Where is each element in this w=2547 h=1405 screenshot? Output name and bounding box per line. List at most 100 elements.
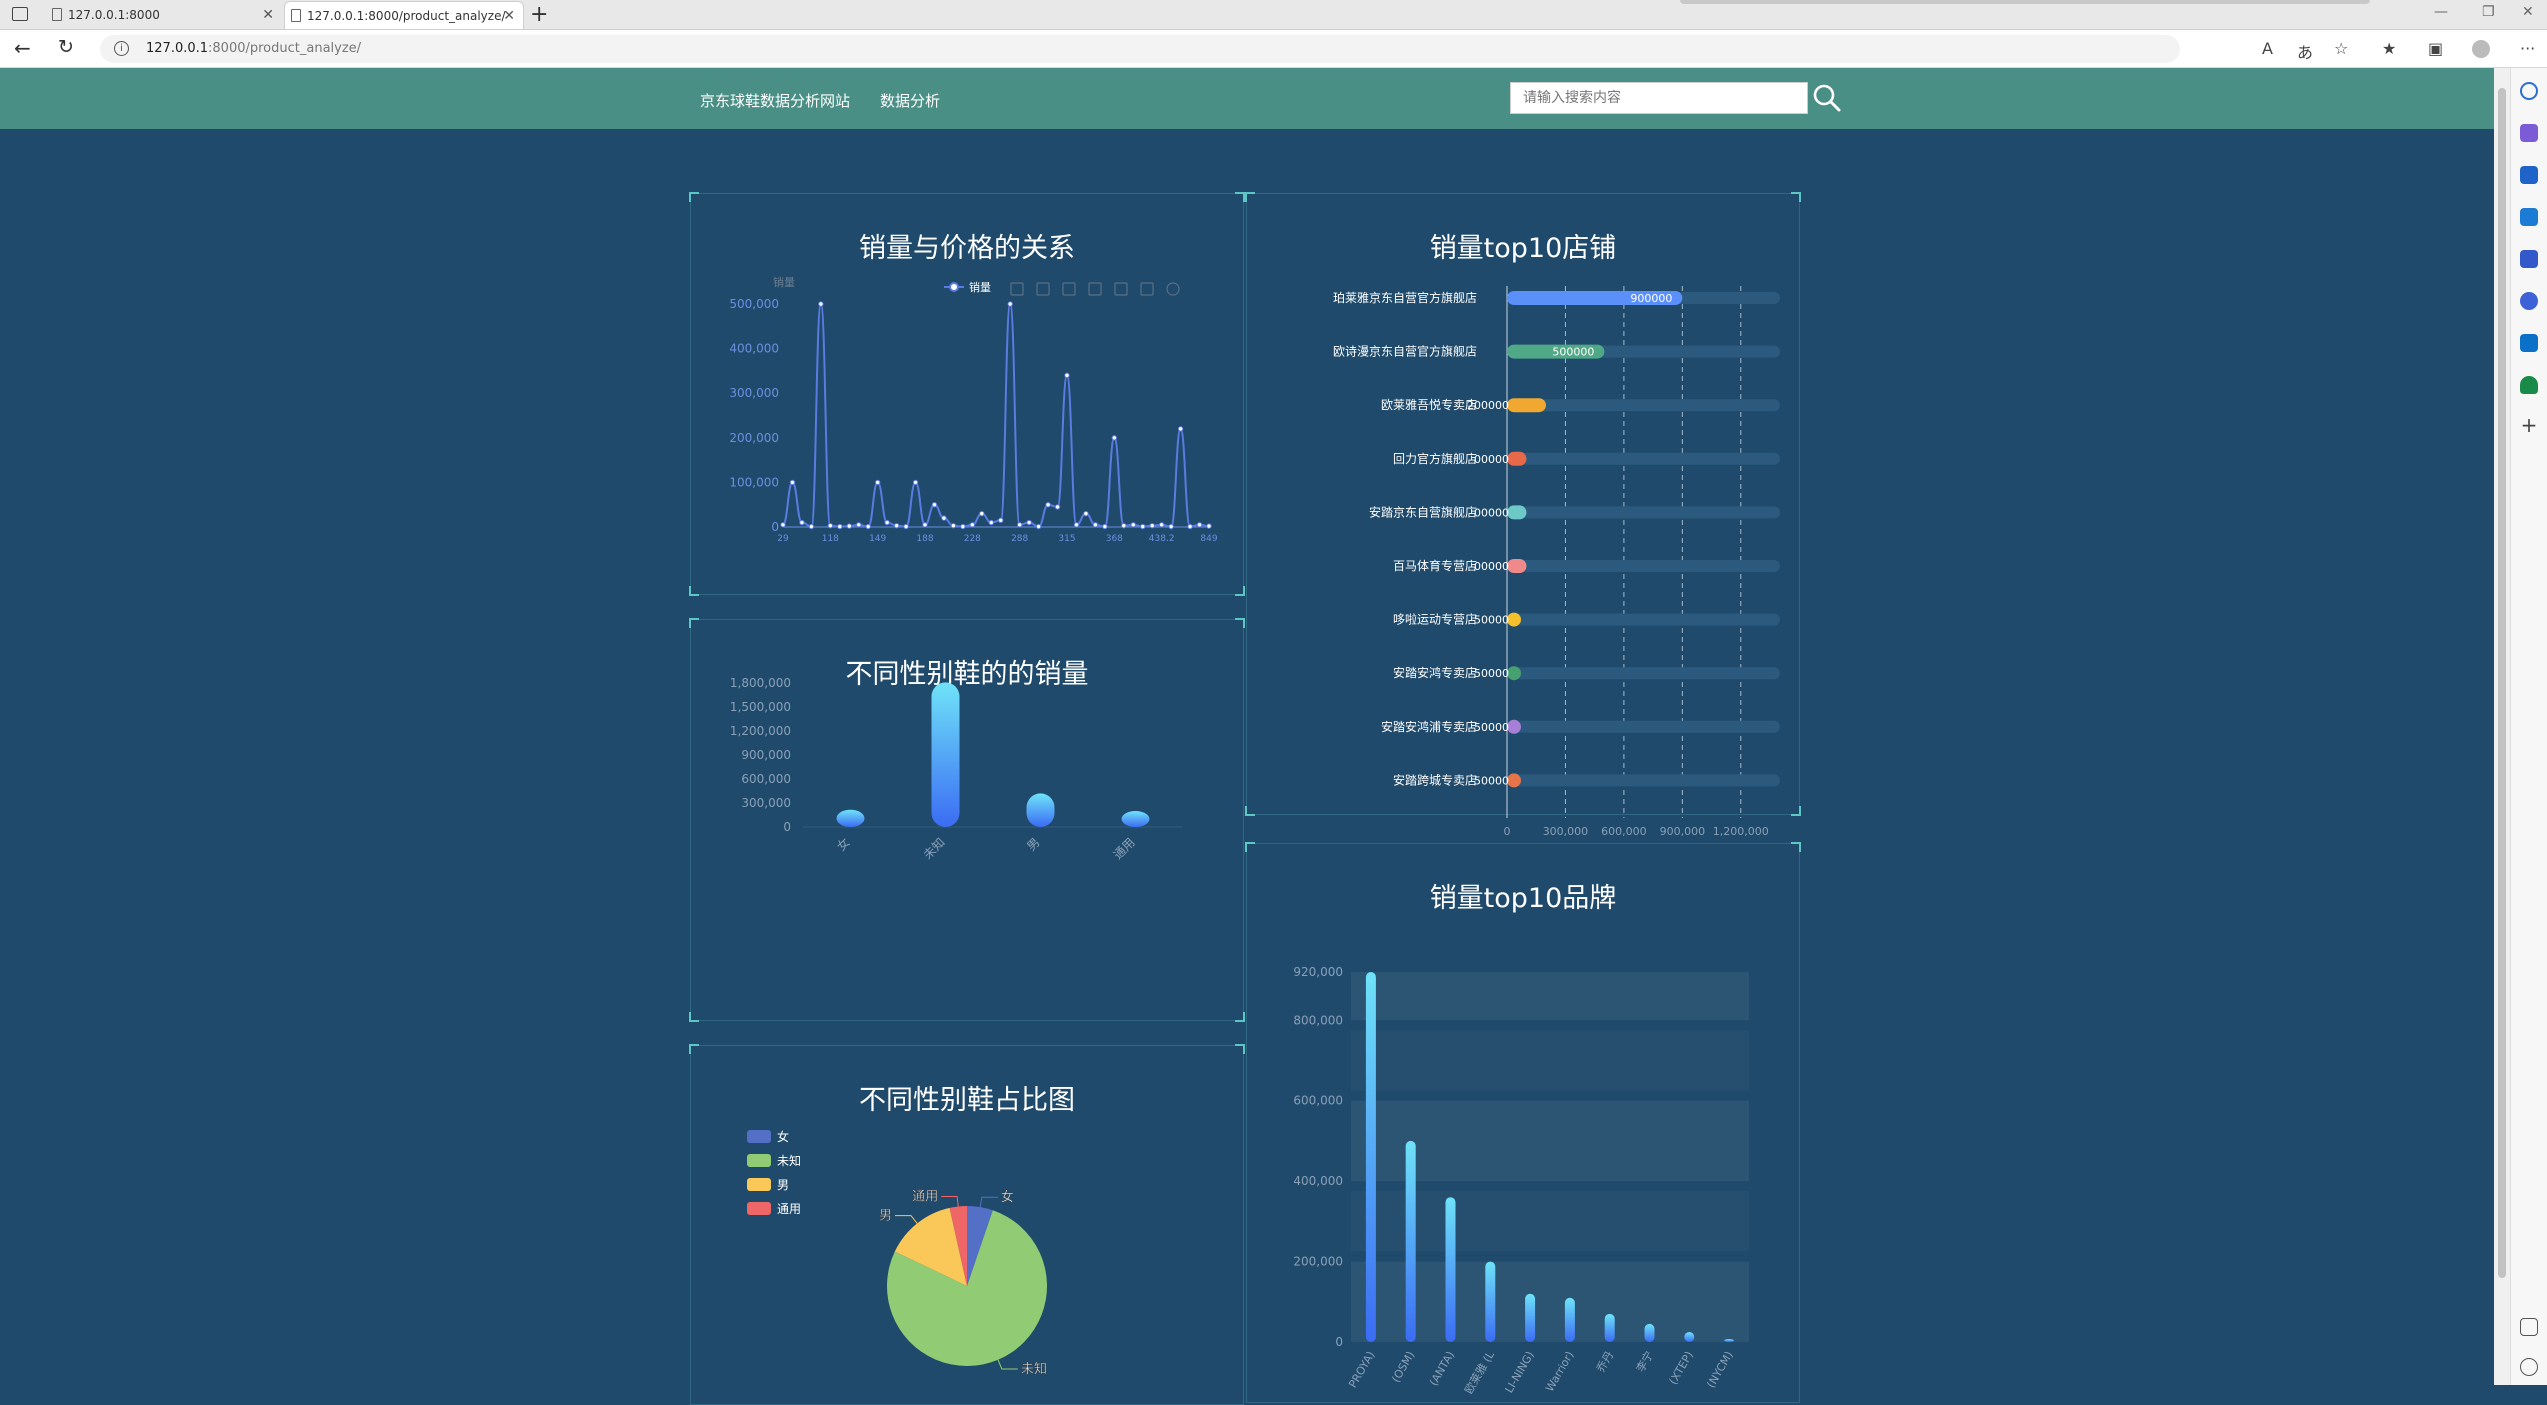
x-tick-label: 未知	[921, 835, 948, 862]
url-text[interactable]: 127.0.0.1:8000/product_analyze/	[146, 41, 361, 56]
tab-actions-icon[interactable]	[12, 7, 28, 21]
y-tick-label: 欧诗漫京东自营官方旗舰店	[1333, 344, 1477, 359]
bar-2	[1026, 793, 1055, 827]
data-point	[1168, 523, 1174, 530]
nav-home-link[interactable]: 京东球鞋数据分析网站	[700, 90, 850, 111]
data-point	[988, 519, 994, 526]
minimize-icon[interactable]: —	[2434, 4, 2448, 20]
favorites-icon[interactable]: ★	[2382, 39, 2396, 58]
data-point	[856, 522, 862, 528]
collections-icon[interactable]: ▣	[2428, 39, 2443, 58]
bar-6	[1507, 612, 1521, 627]
price-sales-panel: 销量与价格的关系 销量 销量 500,000 400,000 300,000 200,00…	[689, 192, 1245, 596]
reload-icon[interactable]: ↻	[58, 36, 74, 58]
browser-tab-2[interactable]: 127.0.0.1:8000/product_analyze/ ✕	[284, 1, 524, 29]
x-tick-label: 188	[916, 534, 933, 544]
x-tick-label: 315	[1058, 534, 1075, 544]
legend-swatch	[747, 1202, 771, 1215]
new-tab-button[interactable]: +	[530, 2, 548, 27]
data-point	[950, 522, 957, 529]
close-icon[interactable]: ✕	[262, 7, 274, 23]
bar-track	[1507, 560, 1780, 572]
data-point	[1187, 523, 1193, 530]
y-tick-label: 回力官方旗舰店	[1393, 451, 1477, 466]
outlook-icon[interactable]	[2520, 334, 2538, 352]
price-sales-chart[interactable]: 销量 销量 500,000 400,000 300,000 200,000 100,000 0…	[691, 194, 1245, 596]
data-point	[941, 515, 947, 521]
split-screen-icon[interactable]	[2520, 1318, 2538, 1336]
data-point	[1149, 522, 1155, 529]
office-icon[interactable]	[2520, 292, 2538, 310]
scrollbar[interactable]	[2494, 68, 2510, 1385]
browser-tab-1[interactable]: 127.0.0.1:8000 ✕	[46, 1, 282, 29]
scroll-thumb[interactable]	[2498, 88, 2506, 1278]
y-tick-label: 200,000	[729, 431, 779, 445]
value-label: 00000	[1474, 506, 1509, 519]
site-header: 京东球鞋数据分析网站 数据分析	[0, 68, 2494, 129]
read-aloud-icon[interactable]: A	[2262, 39, 2273, 58]
x-tick-label: 849	[1200, 534, 1217, 544]
bar-track	[1507, 667, 1780, 680]
x-tick-label: Warrior)	[1543, 1349, 1576, 1394]
restore-icon[interactable]: ❐	[2482, 4, 2495, 20]
info-icon[interactable]: i	[114, 41, 129, 56]
nav-analysis-link[interactable]: 数据分析	[880, 90, 940, 111]
settings-icon[interactable]	[2520, 1358, 2538, 1376]
bar-7	[1644, 1323, 1655, 1342]
search-icon[interactable]	[2520, 82, 2538, 100]
data-view-icon[interactable]	[1062, 282, 1076, 296]
search-input[interactable]	[1510, 82, 1808, 114]
close-icon[interactable]: ✕	[503, 8, 515, 24]
zoom-icon[interactable]	[1010, 282, 1024, 296]
bar-icon[interactable]	[1114, 282, 1128, 296]
shopping-icon[interactable]	[2520, 166, 2538, 184]
x-tick-label: (ANTA)	[1427, 1349, 1457, 1388]
legend-marker	[949, 282, 959, 292]
label-leader	[894, 1215, 918, 1224]
data-point	[837, 523, 843, 530]
label-leader	[997, 1359, 1018, 1370]
gender-sales-chart[interactable]: 1,800,000 1,500,000 1,200,000 900,000 600,00…	[691, 620, 1245, 1022]
bar-8	[1684, 1331, 1695, 1342]
window-close-icon[interactable]: ✕	[2522, 4, 2534, 20]
search-icon[interactable]	[1812, 83, 1842, 113]
more-icon[interactable]: ···	[2520, 39, 2535, 58]
games-icon[interactable]	[2520, 250, 2538, 268]
bar-4	[1507, 505, 1527, 520]
add-icon[interactable]: +	[2520, 415, 2538, 435]
data-point	[1121, 522, 1127, 529]
value-label: 50000	[1474, 774, 1509, 787]
gender-share-chart[interactable]: 女未知男通用女未知男通用	[691, 1046, 1245, 1386]
bar-5	[1507, 559, 1527, 573]
top-stores-chart[interactable]: 0 300,000 600,000 900,000 1,200,000 珀莱雅京东自营官方…	[1247, 194, 1801, 838]
value-label: 200000	[1467, 399, 1509, 412]
restore-icon[interactable]	[1166, 282, 1180, 296]
page-icon	[291, 9, 301, 22]
copilot-icon[interactable]	[2520, 124, 2538, 142]
translate-icon[interactable]: あ	[2297, 39, 2313, 63]
line-icon[interactable]	[1088, 282, 1102, 296]
tools-icon[interactable]	[2520, 208, 2538, 226]
data-point	[969, 522, 976, 528]
top-brands-chart[interactable]: 920,000 800,000 600,000 400,000 200,000 0PROY…	[1247, 844, 1801, 1404]
value-label: 500000	[1552, 346, 1594, 359]
y-tick-label: 百马体育专营店	[1393, 558, 1477, 573]
profile-avatar-icon[interactable]	[2472, 40, 2490, 58]
data-point	[799, 519, 805, 526]
bar-9	[1507, 773, 1521, 788]
zoom-reset-icon[interactable]	[1036, 282, 1050, 296]
bar-5	[1564, 1297, 1575, 1342]
legend-swatch	[747, 1130, 771, 1143]
x-tick-label: 通用	[1111, 835, 1138, 862]
data-point	[884, 519, 890, 526]
y-tick-label: 500,000	[729, 297, 779, 311]
tree-icon[interactable]	[2520, 376, 2538, 394]
url-field[interactable]: i 127.0.0.1:8000/product_analyze/	[100, 35, 2180, 63]
x-tick-label: (XTEP)	[1667, 1349, 1696, 1387]
top-brands-panel: 销量top10品牌 920,000 800,000 600,000 400,000 20…	[1245, 842, 1801, 1404]
stack-icon[interactable]	[1140, 282, 1154, 296]
data-point	[998, 517, 1004, 524]
back-icon[interactable]: ←	[14, 36, 31, 60]
favorite-icon[interactable]: ☆	[2334, 39, 2348, 58]
data-point	[931, 502, 938, 508]
